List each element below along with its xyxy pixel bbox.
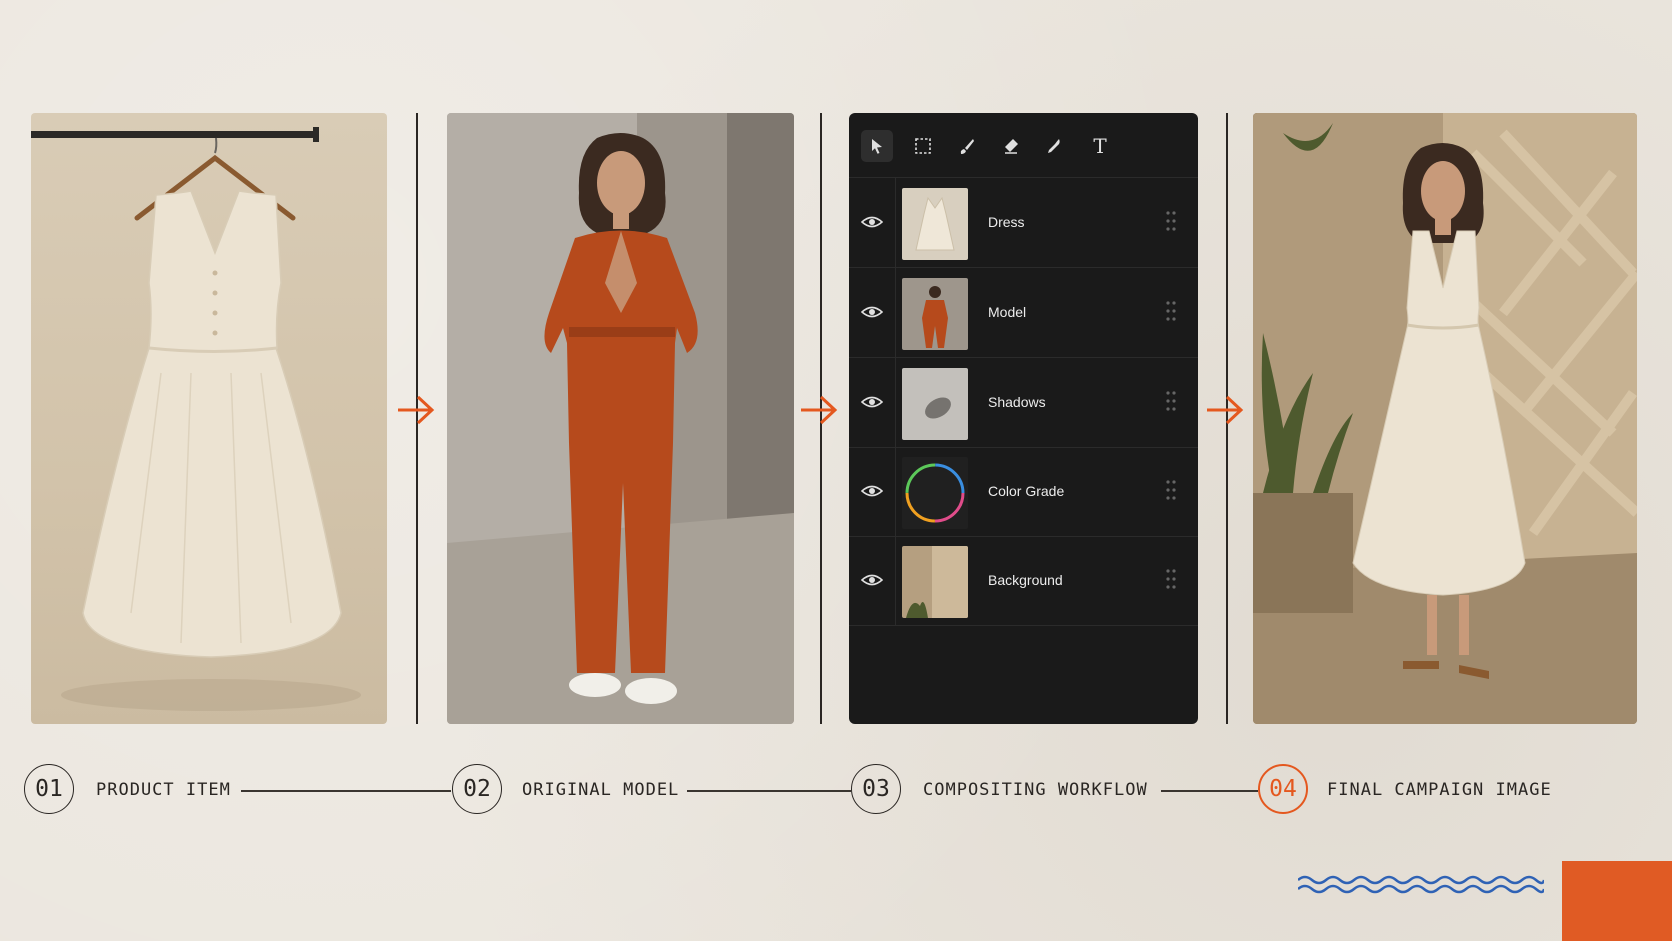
drag-handle-icon[interactable] — [1165, 300, 1177, 322]
eye-column — [849, 536, 896, 625]
step-number-4: 04 — [1258, 764, 1308, 814]
marquee-select-icon[interactable] — [907, 130, 939, 162]
visibility-eye-icon[interactable] — [861, 213, 883, 231]
connector-line — [1161, 790, 1258, 792]
layer-row-model[interactable]: Model — [849, 268, 1198, 358]
step-label-1: PRODUCT ITEM — [96, 780, 231, 800]
step-number-3: 03 — [851, 764, 901, 814]
drag-handle-icon[interactable] — [1165, 568, 1177, 590]
layer-thumbnail — [902, 278, 968, 350]
layer-row-shadows[interactable]: Shadows — [849, 358, 1198, 448]
drag-handle-icon[interactable] — [1165, 210, 1177, 232]
brush-icon[interactable] — [951, 130, 983, 162]
layer-thumbnail — [902, 546, 968, 618]
layer-row-dress[interactable]: Dress — [849, 178, 1198, 268]
visibility-eye-icon[interactable] — [861, 303, 883, 321]
layer-name: Model — [988, 304, 1027, 320]
step-label-2: ORIGINAL MODEL — [522, 780, 680, 800]
layer-name: Color Grade — [988, 483, 1065, 499]
text-tool-glyph: T — [1093, 134, 1107, 158]
eye-column — [849, 358, 896, 447]
layers-panel: T Dress Model Shadows Color Grade Backgr… — [849, 113, 1198, 724]
layer-row-color-grade[interactable]: Color Grade — [849, 447, 1198, 537]
wave-decoration — [1298, 875, 1544, 894]
layer-name: Shadows — [988, 394, 1046, 410]
final-campaign-photo — [1253, 113, 1637, 724]
arrow-right-icon — [398, 395, 435, 425]
drag-handle-icon[interactable] — [1165, 479, 1177, 501]
arrow-right-icon — [801, 395, 838, 425]
tool-bar: T — [849, 113, 1198, 178]
pen-tool-icon[interactable] — [1038, 130, 1070, 162]
text-tool-icon[interactable]: T — [1084, 130, 1116, 162]
eye-column — [849, 447, 896, 536]
eye-column — [849, 178, 896, 267]
layer-thumbnail — [902, 368, 968, 440]
visibility-eye-icon[interactable] — [861, 393, 883, 411]
eraser-icon[interactable] — [995, 130, 1027, 162]
layer-name: Dress — [988, 214, 1025, 230]
product-item-photo — [31, 113, 387, 724]
step-number-1: 01 — [24, 764, 74, 814]
step-label-4: FINAL CAMPAIGN IMAGE — [1327, 780, 1552, 800]
layer-thumbnail — [902, 188, 968, 260]
color-wheel-icon — [902, 457, 968, 529]
eye-column — [849, 268, 896, 357]
step-label-3: COMPOSITING WORKFLOW — [923, 780, 1148, 800]
step-number-2: 02 — [452, 764, 502, 814]
drag-handle-icon[interactable] — [1165, 390, 1177, 412]
select-arrow-icon[interactable] — [861, 130, 893, 162]
arrow-right-icon — [1207, 395, 1244, 425]
orange-accent-block — [1562, 861, 1672, 941]
connector-line — [687, 790, 851, 792]
visibility-eye-icon[interactable] — [861, 482, 883, 500]
connector-line — [241, 790, 451, 792]
visibility-eye-icon[interactable] — [861, 571, 883, 589]
original-model-photo — [447, 113, 794, 724]
layer-row-background[interactable]: Background — [849, 536, 1198, 626]
layer-name: Background — [988, 572, 1063, 588]
